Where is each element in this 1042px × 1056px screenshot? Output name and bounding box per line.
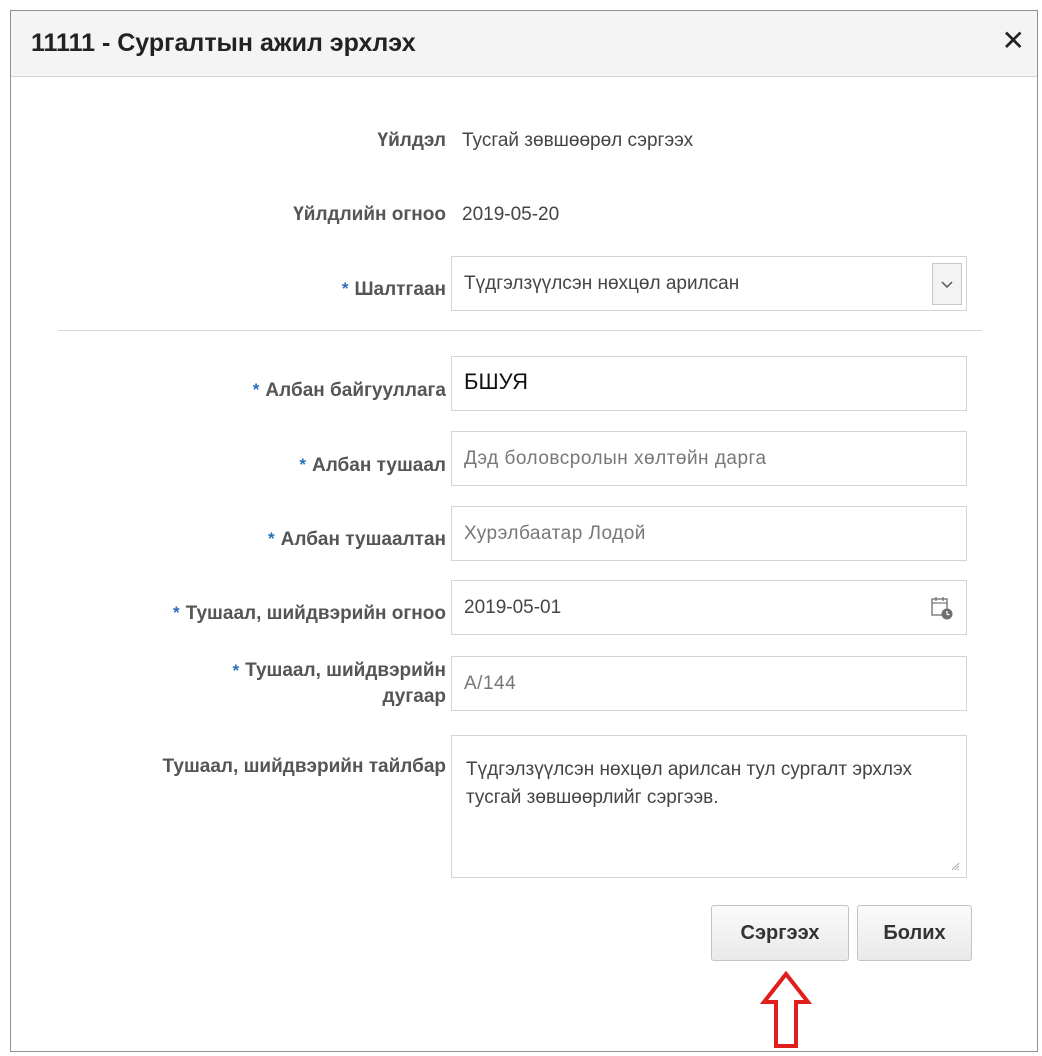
organization-label-text: Албан байгууллага xyxy=(265,380,446,401)
cancel-button[interactable]: Болих xyxy=(857,905,972,961)
official-input-value: Хурэлбаатар Лодой xyxy=(464,523,646,544)
reason-select-value: Түдгэлзүүлсэн нөхцөл арилсан xyxy=(464,273,740,294)
section-divider xyxy=(58,330,982,331)
required-marker: * xyxy=(341,279,349,298)
organization-label: * Албан байгууллага xyxy=(253,380,446,402)
action-date-label: Үйлдлийн огноо xyxy=(293,204,446,225)
decision-note-textarea[interactable]: Түдгэлзүүлсэн нөхцөл арилсан тул сургалт… xyxy=(451,735,967,878)
organization-input[interactable]: БШУЯ xyxy=(451,356,967,411)
official-label: * Албан тушаалтан xyxy=(268,529,446,551)
required-marker: * xyxy=(268,529,275,548)
position-input[interactable]: Дэд боловсролын хөлтөйн дарга xyxy=(451,431,967,486)
action-date-value: 2019-05-20 xyxy=(462,204,560,225)
official-label-text: Албан тушаалтан xyxy=(280,529,446,550)
required-marker: * xyxy=(172,603,180,622)
reason-dropdown-button[interactable] xyxy=(932,263,962,305)
decision-number-label: * Тушаал, шийдвэрийн дугаар xyxy=(232,658,446,710)
decision-date-input-value: 2019-05-01 xyxy=(464,597,562,618)
decision-date-input[interactable]: 2019-05-01 xyxy=(451,580,967,635)
official-input[interactable]: Хурэлбаатар Лодой xyxy=(451,506,967,561)
decision-note-label: Тушаал, шийдвэрийн тайлбар xyxy=(162,756,446,777)
position-label-text: Албан тушаал xyxy=(312,455,446,476)
action-value: Тусгай зөвшөөрөл сэргээх xyxy=(462,130,694,151)
chevron-down-icon xyxy=(941,281,953,289)
organization-input-value: БШУЯ xyxy=(464,369,528,394)
required-marker: * xyxy=(299,455,307,474)
dialog-titlebar: 11111 - Сургалтын ажил эрхлэх ✕ xyxy=(11,11,1037,77)
calendar-icon[interactable] xyxy=(930,595,954,621)
arrow-up-icon xyxy=(759,970,813,1048)
decision-number-input-value: А/144 xyxy=(464,673,517,694)
decision-date-label: * Тушаал, шийдвэрийн огноо xyxy=(173,603,446,625)
decision-note-value: Түдгэлзүүлсэн нөхцөл арилсан тул сургалт… xyxy=(466,759,912,808)
restore-button[interactable]: Сэргээх xyxy=(711,905,849,961)
reason-label: * Шалтгаан xyxy=(342,279,446,301)
decision-date-label-text: Тушаал, шийдвэрийн огноо xyxy=(185,603,446,624)
decision-number-label-line1: Тушаал, шийдвэрийн xyxy=(245,660,446,681)
position-label: * Албан тушаал xyxy=(299,455,446,477)
decision-number-input[interactable]: А/144 xyxy=(451,656,967,711)
position-input-value: Дэд боловсролын хөлтөйн дарга xyxy=(464,448,767,469)
reason-select[interactable]: Түдгэлзүүлсэн нөхцөл арилсан xyxy=(451,256,967,311)
decision-number-label-line2: дугаар xyxy=(382,686,446,707)
resize-handle-icon[interactable] xyxy=(950,861,960,871)
close-icon[interactable]: ✕ xyxy=(1002,27,1025,55)
action-label: Үйлдэл xyxy=(377,130,446,151)
reason-label-text: Шалтгаан xyxy=(354,279,446,300)
required-marker: * xyxy=(252,380,260,399)
dialog-title: 11111 - Сургалтын ажил эрхлэх xyxy=(31,29,416,57)
required-marker: * xyxy=(232,661,240,680)
